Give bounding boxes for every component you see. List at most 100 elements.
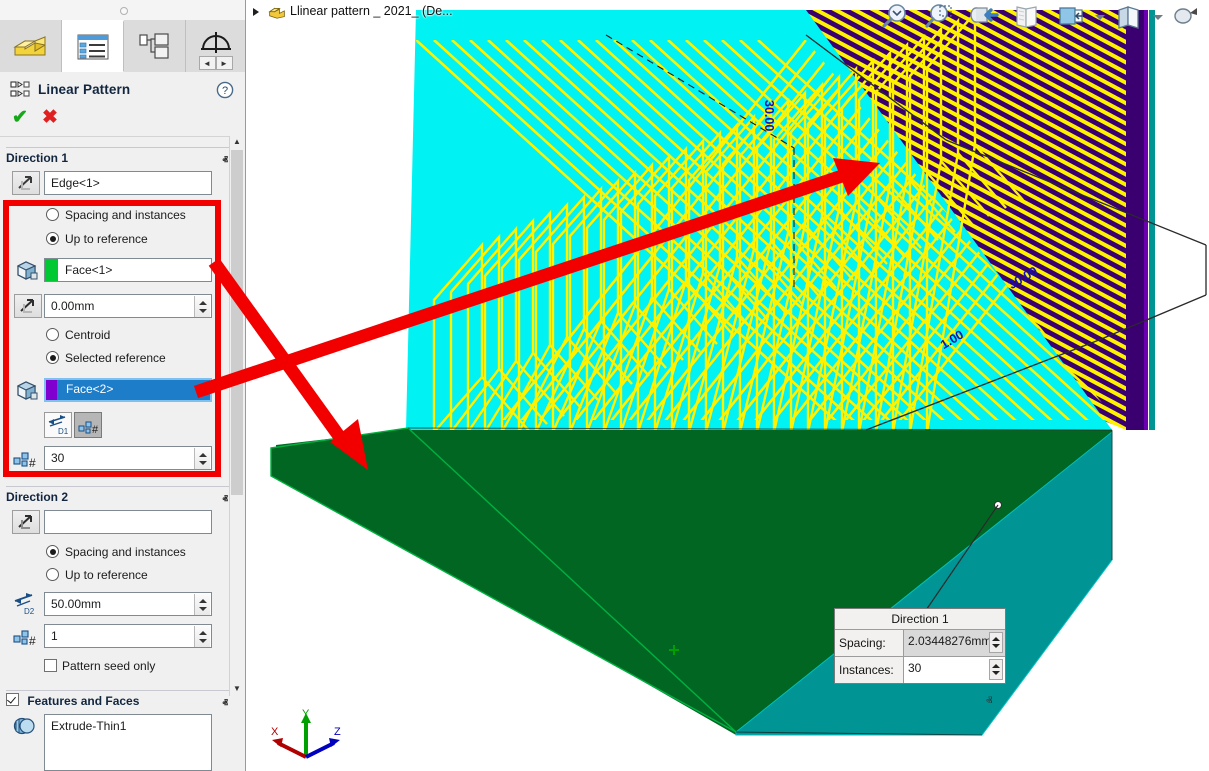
- direction1-set-instances-button[interactable]: #: [74, 412, 102, 438]
- accept-button[interactable]: ✔: [12, 108, 28, 127]
- splitter-grip-icon[interactable]: [120, 7, 128, 15]
- features-and-faces-checkbox[interactable]: [6, 693, 19, 706]
- direction1-instances-spinner[interactable]: [194, 448, 210, 469]
- property-manager-header: Linear Pattern ? ✔ ✖: [0, 72, 245, 137]
- svg-text:D1: D1: [58, 427, 69, 436]
- direction2-group-header[interactable]: Direction 2 ⱏ: [6, 486, 234, 507]
- view-toolbar[interactable]: [873, 0, 1209, 34]
- direction1-offset-icon[interactable]: [14, 294, 42, 318]
- direction1-offset-field[interactable]: 0.00mm: [44, 294, 212, 318]
- previous-view-button[interactable]: [961, 0, 1005, 34]
- callout-instances-field[interactable]: 30: [903, 657, 1005, 683]
- previous-view-icon: [970, 7, 999, 23]
- svg-text:#: #: [92, 424, 99, 436]
- callout-instances-row[interactable]: Instances: 30: [835, 657, 1005, 683]
- direction2-instances-spinner[interactable]: [194, 626, 210, 647]
- cancel-button[interactable]: ✖: [42, 108, 58, 127]
- view-orientation-dropdown-caret-icon[interactable]: [1093, 0, 1107, 34]
- direction1-instances-field[interactable]: 30: [44, 446, 212, 470]
- callout-collapse-caret-icon[interactable]: ⱏ: [986, 693, 992, 709]
- part-icon: [268, 7, 285, 19]
- display-style-button[interactable]: [1107, 0, 1151, 34]
- face-reference-icon: [16, 381, 38, 400]
- callout-spacing-field[interactable]: 2.03448276mm: [903, 630, 1005, 656]
- callout-spacing-spinner[interactable]: [989, 632, 1003, 653]
- solidworks-window: ◄ ► Linear Pattern ? ✔ ✖ Direction 1 ⱏ E…: [0, 0, 1209, 771]
- tab-property-manager[interactable]: [62, 20, 124, 72]
- features-and-faces-group-header[interactable]: Features and Faces ⱏ: [6, 690, 234, 711]
- direction1-group-header[interactable]: Direction 1 ⱏ: [6, 147, 234, 168]
- tab-configuration-manager[interactable]: [124, 20, 186, 72]
- features-and-faces-collapse-caret-icon[interactable]: ⱏ: [223, 694, 228, 715]
- section-view-button[interactable]: [1005, 0, 1049, 34]
- graphics-area[interactable]: 30.00 1.00 30.00 Llinear pattern _ 2021_…: [246, 0, 1209, 771]
- direction1-reference-face-value: Face<1>: [65, 263, 113, 277]
- direction1-set-spacing-button[interactable]: D1: [44, 412, 72, 438]
- hide-show-items-button[interactable]: [1165, 0, 1209, 34]
- property-manager-scrollbar[interactable]: ▲ ▼: [229, 136, 245, 696]
- section-view-icon: [1016, 6, 1037, 28]
- pattern-seed-only-checkbox[interactable]: Pattern seed only: [44, 659, 155, 673]
- far-teal-edge: [1149, 10, 1155, 430]
- direction1-reference-icon[interactable]: [12, 171, 40, 195]
- direction2-heading: Direction 2: [6, 490, 69, 504]
- direction2-collapse-caret-icon[interactable]: ⱏ: [223, 490, 228, 511]
- list-item[interactable]: Extrude-Thin1: [51, 719, 211, 733]
- direction1-up-to-reference-radio[interactable]: Up to reference: [46, 231, 148, 247]
- tab-feature-manager-design-tree[interactable]: [0, 20, 62, 72]
- scroll-down-arrow-icon[interactable]: ▼: [231, 683, 243, 696]
- panel-splitter[interactable]: [0, 0, 245, 21]
- direction2-spacing-and-instances-radio[interactable]: Spacing and instances: [46, 544, 186, 560]
- callout-instances-spinner[interactable]: [989, 659, 1003, 680]
- help-question-icon[interactable]: ?: [216, 81, 234, 99]
- property-manager-panel: ◄ ► Linear Pattern ? ✔ ✖ Direction 1 ⱏ E…: [0, 0, 246, 771]
- view-orientation-icon: [1059, 7, 1083, 25]
- dimxpert-protractor-icon: [200, 32, 231, 53]
- svg-text:?: ?: [222, 85, 228, 97]
- direction1-spacing-and-instances-radio[interactable]: Spacing and instances: [46, 207, 186, 223]
- pattern-direction-arrow-icon: [18, 176, 32, 190]
- 3d-model-viewport[interactable]: [246, 0, 1209, 771]
- direction1-offset-spinner[interactable]: [194, 296, 210, 317]
- direction2-spacing-field[interactable]: 50.00mm: [44, 592, 212, 616]
- direction2-up-to-reference-radio[interactable]: Up to reference: [46, 567, 148, 583]
- direction1-heading: Direction 1: [6, 151, 69, 165]
- display-style-dropdown-caret-icon[interactable]: [1151, 0, 1165, 34]
- direction1-reference-face-color-swatch: [45, 259, 58, 281]
- direction1-reference-face-field[interactable]: Face<1>: [44, 258, 212, 282]
- coordinate-triad: X Y Z: [271, 708, 341, 759]
- scrollbar-thumb[interactable]: [231, 150, 243, 495]
- features-and-faces-list-icon: [12, 714, 38, 738]
- callout-spacing-label: Spacing:: [839, 636, 886, 650]
- callout-spacing-row[interactable]: Spacing: 2.03448276mm: [835, 630, 1005, 657]
- display-style-icon: [1118, 6, 1139, 29]
- tree-expand-icon[interactable]: [253, 8, 259, 16]
- direction1-reference-field[interactable]: Edge<1>: [44, 171, 212, 195]
- triad-y-label: Y: [302, 708, 310, 720]
- direction1-callout[interactable]: Direction 1 Spacing: 2.03448276mm Instan…: [834, 608, 1006, 684]
- direction1-collapse-caret-icon[interactable]: ⱏ: [223, 151, 228, 172]
- direction1-selected-face-field[interactable]: Face<2>: [44, 378, 212, 402]
- direction2-reference-field[interactable]: [44, 510, 212, 534]
- callout-instances-value: 30: [908, 661, 922, 675]
- direction1-selected-face-value: Face<2>: [66, 382, 114, 396]
- direction2-instances-field[interactable]: 1: [44, 624, 212, 648]
- direction1-centroid-radio[interactable]: Centroid: [46, 327, 110, 343]
- direction1-selected-reference-radio[interactable]: Selected reference: [46, 350, 166, 366]
- tab-scroll-prev[interactable]: ◄: [198, 56, 216, 70]
- instance-count-icon: #: [13, 452, 36, 470]
- callout-spacing-value: 2.03448276mm: [908, 634, 992, 648]
- features-and-faces-list[interactable]: Extrude-Thin1: [44, 714, 212, 771]
- direction2-spacing-spinner[interactable]: [194, 594, 210, 615]
- document-tab-label[interactable]: Llinear pattern _ 2021_ (De...: [290, 4, 453, 18]
- tab-dimxpert-manager[interactable]: ◄ ►: [186, 20, 245, 72]
- tab-scroll-arrows[interactable]: ◄ ►: [198, 56, 233, 70]
- direction2-reference-icon[interactable]: [12, 510, 40, 534]
- zoom-to-area-button[interactable]: [917, 0, 961, 34]
- zoom-to-fit-button[interactable]: [873, 0, 917, 34]
- offset-distance-arrow-icon: [20, 299, 34, 313]
- tab-scroll-next[interactable]: ►: [215, 56, 233, 70]
- height-dimension-label[interactable]: 30.00: [762, 100, 776, 131]
- view-orientation-button[interactable]: [1049, 0, 1093, 34]
- scroll-up-arrow-icon[interactable]: ▲: [231, 136, 243, 149]
